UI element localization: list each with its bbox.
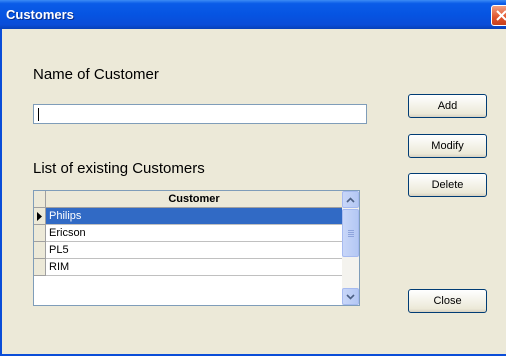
title-bar[interactable]: Customers <box>0 0 506 29</box>
chevron-up-icon <box>346 196 355 203</box>
grip-line <box>348 236 354 237</box>
customers-grid[interactable]: Customer Philips Ericson PL5 RIM <box>33 190 360 306</box>
window-title: Customers <box>6 7 74 22</box>
table-row[interactable]: Ericson <box>34 225 342 242</box>
row-selector[interactable] <box>34 225 46 242</box>
modify-button[interactable]: Modify <box>408 134 487 158</box>
grid-vertical-scrollbar[interactable] <box>342 191 359 305</box>
table-row[interactable]: PL5 <box>34 242 342 259</box>
chevron-down-icon <box>346 293 355 300</box>
customer-column-header[interactable]: Customer <box>46 191 342 208</box>
scroll-down-button[interactable] <box>342 288 359 305</box>
text-caret <box>38 108 39 121</box>
customer-cell[interactable]: Ericson <box>46 225 342 242</box>
grip-line <box>348 230 354 231</box>
customer-cell[interactable]: PL5 <box>46 242 342 259</box>
customer-cell[interactable]: Philips <box>46 208 342 225</box>
grip-line <box>348 232 354 233</box>
customer-name-input[interactable] <box>33 104 367 124</box>
existing-customers-label: List of existing Customers <box>33 160 205 177</box>
row-selector[interactable] <box>34 242 46 259</box>
row-selector[interactable] <box>34 208 46 225</box>
scroll-thumb[interactable] <box>342 209 359 257</box>
customer-cell[interactable]: RIM <box>46 259 342 276</box>
grid-header-corner <box>34 191 46 208</box>
grid-header: Customer <box>34 191 342 208</box>
add-button[interactable]: Add <box>408 94 487 118</box>
customers-dialog: Customers Name of Customer List of exist… <box>0 0 506 356</box>
table-row[interactable]: RIM <box>34 259 342 276</box>
close-icon <box>496 10 506 21</box>
window-close-button[interactable] <box>491 5 506 26</box>
grip-line <box>348 234 354 235</box>
close-button[interactable]: Close <box>408 289 487 313</box>
name-of-customer-label: Name of Customer <box>33 66 159 83</box>
row-selector[interactable] <box>34 259 46 276</box>
table-row[interactable]: Philips <box>34 208 342 225</box>
delete-button[interactable]: Delete <box>408 173 487 197</box>
scroll-up-button[interactable] <box>342 191 359 208</box>
current-row-arrow-icon <box>37 212 42 221</box>
